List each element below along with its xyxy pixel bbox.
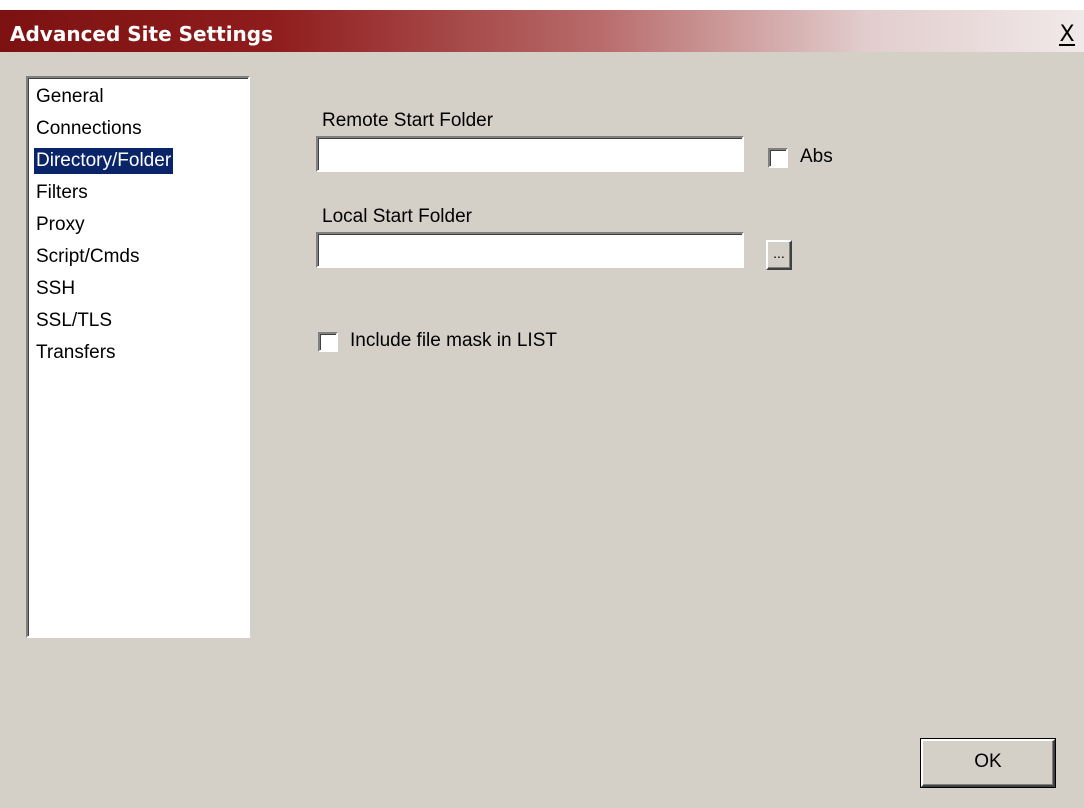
nav-item-connections[interactable]: Connections <box>34 116 144 142</box>
title-bar[interactable]: Advanced Site Settings X <box>0 10 1084 52</box>
nav-item-script-cmds[interactable]: Script/Cmds <box>34 244 141 270</box>
abs-checkbox-label: Abs <box>800 146 833 167</box>
nav-item-general[interactable]: General <box>34 84 106 110</box>
settings-category-list[interactable]: General Connections Directory/Folder Fil… <box>26 76 250 638</box>
remote-start-folder-label: Remote Start Folder <box>322 110 494 131</box>
nav-item-transfers[interactable]: Transfers <box>34 340 118 366</box>
nav-item-ssl-tls[interactable]: SSL/TLS <box>34 308 114 334</box>
abs-checkbox[interactable] <box>768 148 788 168</box>
window-title: Advanced Site Settings <box>10 22 274 46</box>
browse-local-folder-button[interactable]: ... <box>766 240 792 270</box>
top-margin <box>0 0 1084 10</box>
include-file-mask-checkbox[interactable] <box>318 332 338 352</box>
remote-start-folder-input[interactable] <box>316 136 744 172</box>
local-start-folder-label: Local Start Folder <box>322 206 472 227</box>
nav-item-ssh[interactable]: SSH <box>34 276 77 302</box>
include-file-mask-label: Include file mask in LIST <box>350 330 557 351</box>
nav-item-proxy[interactable]: Proxy <box>34 212 87 238</box>
close-icon: X <box>1059 22 1075 47</box>
close-button[interactable]: X <box>1056 24 1078 48</box>
nav-item-filters[interactable]: Filters <box>34 180 90 206</box>
local-start-folder-input[interactable] <box>316 232 744 268</box>
nav-item-directory-folder[interactable]: Directory/Folder <box>34 148 174 174</box>
browse-button-label: ... <box>773 245 785 261</box>
ok-button-label: OK <box>974 751 1002 772</box>
ok-button[interactable]: OK <box>921 739 1055 787</box>
